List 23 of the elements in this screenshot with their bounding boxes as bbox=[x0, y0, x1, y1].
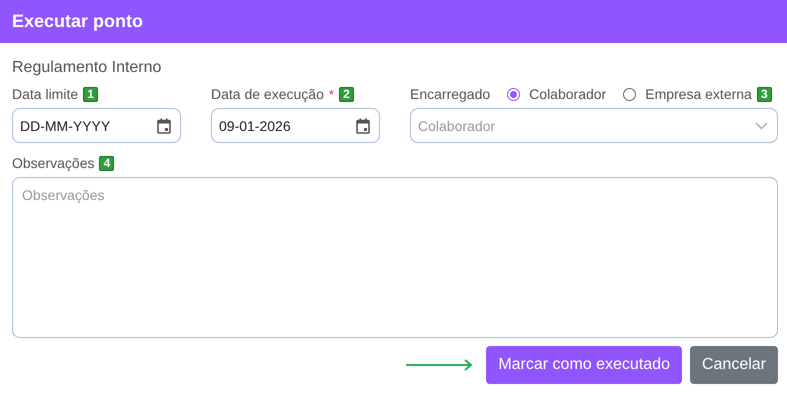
number-badge: 3 bbox=[756, 86, 772, 102]
confirm-button[interactable]: Marcar como executado bbox=[486, 346, 682, 384]
field-label: Observações bbox=[12, 155, 94, 171]
field-label: Data de execução bbox=[211, 86, 324, 102]
radio-option[interactable]: Colaborador bbox=[507, 86, 606, 102]
dialog-title: Executar ponto bbox=[12, 11, 144, 32]
number-badge: 1 bbox=[83, 86, 98, 102]
arrow-icon bbox=[406, 359, 474, 371]
section-title: Regulamento Interno bbox=[12, 59, 162, 77]
date-field[interactable]: DD-MM-YYYY bbox=[12, 108, 181, 143]
field-label: Data limite bbox=[12, 86, 78, 102]
number-badge: 2 bbox=[338, 86, 354, 102]
date-field[interactable]: 09-01-2026 bbox=[211, 108, 380, 143]
notes-field[interactable]: Observações bbox=[12, 177, 778, 338]
required-mark: * bbox=[328, 86, 334, 102]
radio-icon[interactable] bbox=[507, 88, 520, 100]
field-label: Encarregado bbox=[410, 86, 490, 102]
calendar-icon[interactable] bbox=[356, 118, 370, 134]
calendar-icon[interactable] bbox=[157, 118, 171, 134]
radio-icon[interactable] bbox=[623, 88, 636, 100]
radio-option[interactable]: Empresa externa bbox=[623, 86, 752, 102]
number-badge: 4 bbox=[99, 156, 114, 170]
cancel-button[interactable]: Cancelar bbox=[690, 346, 778, 384]
